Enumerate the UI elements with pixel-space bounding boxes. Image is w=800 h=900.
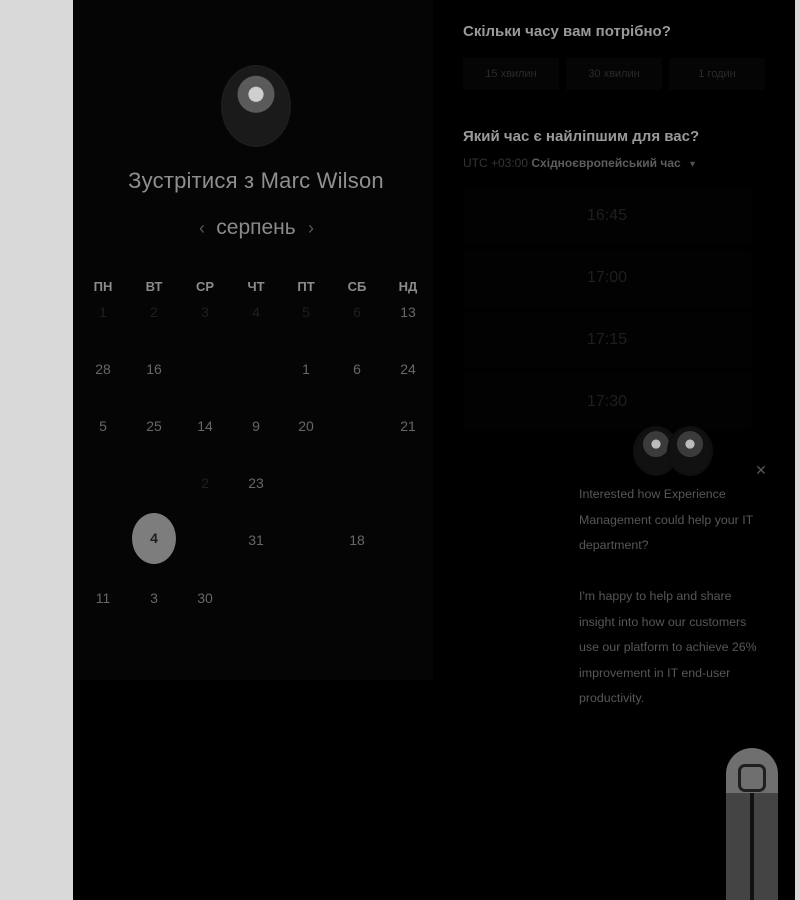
calendar-day[interactable]: 1	[284, 355, 328, 383]
weekday-sun: НД	[398, 279, 418, 294]
calendar-day[interactable]	[183, 526, 227, 554]
calendar-day[interactable]: 2	[132, 298, 176, 326]
calendar-day[interactable]: 3	[132, 584, 176, 612]
weekday-sat: СБ	[347, 279, 367, 294]
chat-popup: ✕ Interested how Experience Management c…	[563, 428, 791, 714]
duration-60-button[interactable]: 1 годин	[669, 58, 765, 90]
weekday-wed: СР	[195, 279, 215, 294]
calendar-day[interactable]	[284, 584, 328, 612]
weekday-fri: ПТ	[297, 279, 315, 294]
calendar-day[interactable]: 25	[132, 412, 176, 440]
calendar-day[interactable]	[335, 469, 379, 497]
duration-30-button[interactable]: 30 хвилин	[566, 58, 662, 90]
calendar-day[interactable]	[284, 469, 328, 497]
time-slot[interactable]: 17:15	[463, 312, 751, 368]
chat-message-line: I'm happy to help and share	[579, 589, 732, 603]
page-edge	[795, 0, 800, 900]
chat-message-line: department?	[579, 538, 649, 552]
calendar-day[interactable]: 21	[386, 412, 430, 440]
time-slot[interactable]: 17:30	[463, 374, 751, 430]
chat-launcher-stem	[750, 793, 754, 900]
timezone-name: Східноєвропейський час	[531, 156, 681, 170]
weekday-header: ПН ВТ СР ЧТ ПТ СБ НД	[73, 279, 433, 297]
calendar-day[interactable]: 30	[183, 584, 227, 612]
calendar-day[interactable]	[234, 355, 278, 383]
weekday-mon: ПН	[93, 279, 113, 294]
calendar-day[interactable]: 4	[234, 298, 278, 326]
calendar-day[interactable]: 16	[132, 355, 176, 383]
calendar-day[interactable]: 3	[183, 298, 227, 326]
chat-agent-avatar	[669, 428, 711, 474]
selected-day[interactable]: 4	[132, 513, 176, 564]
chat-message: Interested how Experience Management cou…	[579, 482, 771, 712]
chat-launcher-button[interactable]	[726, 748, 778, 900]
calendar-day[interactable]: 5	[284, 298, 328, 326]
chat-message-line: Management could help your IT	[579, 512, 754, 527]
duration-question: Скільки часу вам потрібно?	[463, 23, 671, 40]
calendar-day[interactable]: 9	[234, 412, 278, 440]
calendar-day[interactable]: 1	[81, 298, 125, 326]
booking-app: Зустрітися з Marc Wilson ‹ серпень › ПН …	[73, 0, 795, 900]
chat-message-line: Interested how Experience	[579, 487, 726, 501]
calendar-day[interactable]	[183, 355, 227, 383]
weekday-tue: ВТ	[145, 279, 163, 294]
calendar-day[interactable]: 24	[386, 355, 430, 383]
month-navigation: ‹ серпень ›	[191, 216, 321, 244]
calendar-day[interactable]	[386, 526, 430, 554]
chevron-down-icon: ▾	[690, 159, 696, 170]
close-icon[interactable]: ✕	[753, 462, 769, 478]
chat-message-line: productivity.	[579, 691, 645, 705]
calendar-day[interactable]	[335, 412, 379, 440]
month-label: серпень	[216, 216, 296, 239]
calendar-panel: Зустрітися з Marc Wilson ‹ серпень › ПН …	[73, 0, 433, 680]
calendar-day[interactable]: 14	[183, 412, 227, 440]
calendar-day[interactable]	[335, 584, 379, 612]
timezone-offset: UTC +03:00	[463, 156, 529, 170]
calendar-day[interactable]: 5	[81, 412, 125, 440]
calendar-day[interactable]	[81, 469, 125, 497]
calendar-day[interactable]	[386, 469, 430, 497]
weekday-thu: ЧТ	[247, 279, 265, 294]
time-question: Який час є найліпшим для вас?	[463, 128, 700, 145]
chat-message-gap	[579, 559, 771, 585]
chat-icon	[738, 764, 766, 792]
timezone-selector[interactable]: UTC +03:00 Східноєвропейський час ▾	[463, 156, 695, 170]
duration-15-button[interactable]: 15 хвилин	[463, 58, 559, 90]
calendar-day[interactable]: 31	[234, 526, 278, 554]
calendar-day[interactable]: 6	[335, 355, 379, 383]
meeting-title: Зустрітися з Marc Wilson	[128, 168, 384, 193]
calendar-grid: 1 2 3 4 5 6 13 28 16 1 6 24 5 25 14 9 20…	[73, 298, 433, 628]
calendar-day[interactable]: 20	[284, 412, 328, 440]
duration-options: 15 хвилин 30 хвилин 1 годин	[463, 58, 775, 90]
host-avatar	[223, 67, 289, 145]
time-slot[interactable]: 16:45	[463, 188, 751, 244]
chat-message-line: use our platform to achieve 26%	[579, 640, 757, 654]
calendar-day[interactable]	[284, 526, 328, 554]
time-slot[interactable]: 17:00	[463, 250, 751, 306]
calendar-day[interactable]: 11	[81, 584, 125, 612]
previous-month-icon[interactable]: ‹	[194, 218, 210, 238]
calendar-day[interactable]	[386, 584, 430, 612]
calendar-day[interactable]: 28	[81, 355, 125, 383]
calendar-day[interactable]: 23	[234, 469, 278, 497]
next-month-icon[interactable]: ›	[303, 218, 319, 238]
calendar-day[interactable]: 13	[386, 298, 430, 326]
calendar-day[interactable]: 6	[335, 298, 379, 326]
calendar-day[interactable]	[234, 584, 278, 612]
chat-message-line: improvement in IT end-user	[579, 665, 731, 680]
chat-message-line: insight into how our customers	[579, 614, 747, 629]
calendar-day[interactable]	[81, 526, 125, 554]
time-slots: 16:45 17:00 17:15 17:30	[463, 188, 763, 438]
calendar-day[interactable]	[132, 469, 176, 497]
calendar-day[interactable]: 18	[335, 526, 379, 554]
calendar-day[interactable]: 2	[183, 469, 227, 497]
